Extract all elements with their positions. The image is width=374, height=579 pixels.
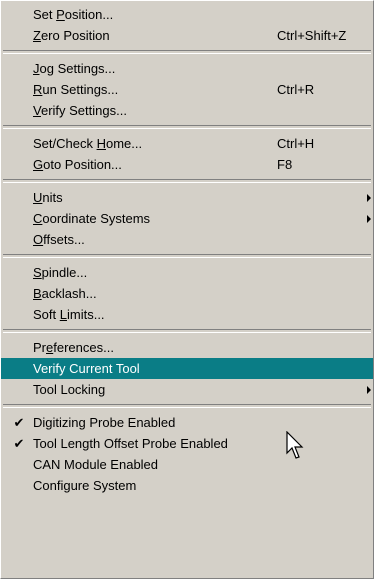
shortcut-label: F8 (277, 157, 293, 172)
menu-separator (3, 329, 371, 333)
menu-item-zero-position[interactable]: Zero Position Ctrl+Shift+Z (1, 25, 373, 46)
menu-item-coordinate-systems[interactable]: Coordinate Systems (1, 208, 373, 229)
menu-item-label: Tool Length Offset Probe Enabled (33, 436, 228, 451)
menu-separator (3, 404, 371, 408)
menu-item-label: Offsets... (33, 232, 85, 247)
menu-item-set-position[interactable]: Set Position... (1, 4, 373, 25)
menu-item-set-check-home[interactable]: Set/Check Home... Ctrl+H (1, 133, 373, 154)
menu-item-label: Verify Settings... (33, 103, 127, 118)
menu-item-units[interactable]: Units (1, 187, 373, 208)
menu-item-verify-settings[interactable]: Verify Settings... (1, 100, 373, 121)
menu-item-label: Digitizing Probe Enabled (33, 415, 176, 430)
menu-item-label: Preferences... (33, 340, 114, 355)
menu-item-label: Tool Locking (33, 382, 106, 397)
menu-item-label: Units (33, 190, 63, 205)
mouse-pointer-icon (286, 431, 304, 459)
menu-item-label: Goto Position... (33, 157, 122, 172)
menu-item-label: Coordinate Systems (33, 211, 151, 226)
menu-item-label: CAN Module Enabled (33, 457, 159, 472)
menu-item-goto-position[interactable]: Goto Position... F8 (1, 154, 373, 175)
menu-item-label: Set Position... (33, 7, 114, 22)
menu-separator (3, 125, 371, 129)
menu-item-label: Zero Position (33, 28, 110, 43)
menu-item-label: Spindle... (33, 265, 88, 280)
menu-item-soft-limits[interactable]: Soft Limits... (1, 304, 373, 325)
menu-item-label: Configure System (33, 478, 137, 493)
menu-item-configure-system[interactable]: Configure System (1, 475, 373, 496)
context-menu: Set Position... Zero Position Ctrl+Shift… (0, 0, 374, 579)
menu-item-run-settings[interactable]: Run Settings... Ctrl+R (1, 79, 373, 100)
menu-item-backlash[interactable]: Backlash... (1, 283, 373, 304)
shortcut-label: Ctrl+H (277, 136, 315, 151)
menu-separator (3, 179, 371, 183)
menu-item-preferences[interactable]: Preferences... (1, 337, 373, 358)
submenu-arrow-icon (367, 386, 371, 394)
checkmark-icon: ✔ (13, 415, 25, 430)
menu-item-can-module-enabled[interactable]: CAN Module Enabled (1, 454, 373, 475)
menu-separator (3, 254, 371, 258)
submenu-arrow-icon (367, 215, 371, 223)
menu-item-label: Set/Check Home... (33, 136, 143, 151)
menu-item-jog-settings[interactable]: Jog Settings... (1, 58, 373, 79)
menu-item-label: Run Settings... (33, 82, 119, 97)
menu-item-label: Soft Limits... (33, 307, 105, 322)
menu-item-tool-locking[interactable]: Tool Locking (1, 379, 373, 400)
checkmark-icon: ✔ (13, 436, 25, 451)
menu-item-digitizing-probe-enabled[interactable]: ✔ Digitizing Probe Enabled (1, 412, 373, 433)
shortcut-label: Ctrl+R (277, 82, 315, 97)
menu-item-tool-length-offset-probe-enabled[interactable]: ✔ Tool Length Offset Probe Enabled (1, 433, 373, 454)
menu-item-label: Jog Settings... (33, 61, 116, 76)
submenu-arrow-icon (367, 194, 371, 202)
menu-item-verify-current-tool[interactable]: Verify Current Tool (1, 358, 373, 379)
menu-item-label: Backlash... (33, 286, 97, 301)
menu-item-offsets[interactable]: Offsets... (1, 229, 373, 250)
menu-separator (3, 50, 371, 54)
shortcut-label: Ctrl+Shift+Z (277, 28, 347, 43)
menu-item-spindle[interactable]: Spindle... (1, 262, 373, 283)
menu-item-label: Verify Current Tool (33, 361, 140, 376)
